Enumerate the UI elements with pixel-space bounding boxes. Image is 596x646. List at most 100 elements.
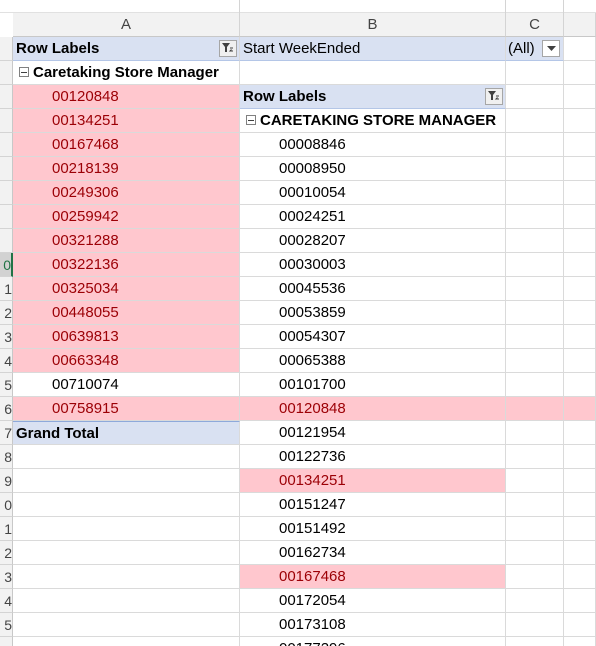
- grid-cell[interactable]: [564, 37, 596, 61]
- grid-cell[interactable]: [506, 325, 564, 349]
- row-header[interactable]: [0, 637, 13, 646]
- grid-cell[interactable]: [506, 469, 564, 493]
- grid-cell[interactable]: [564, 277, 596, 301]
- row-header[interactable]: 4: [0, 349, 13, 373]
- pivot2-item[interactable]: 00122736: [240, 445, 506, 469]
- grid-cell[interactable]: [506, 253, 564, 277]
- pivot2-group-row[interactable]: CARETAKING STORE MANAGER: [240, 109, 506, 133]
- column-header-b[interactable]: B: [240, 13, 506, 37]
- grid-cell[interactable]: [13, 469, 240, 493]
- row-header[interactable]: 3: [0, 565, 13, 589]
- row-header[interactable]: 7: [0, 421, 13, 445]
- grid-cell[interactable]: [506, 421, 564, 445]
- pivot1-item[interactable]: 00639813: [13, 325, 240, 349]
- grid-cell[interactable]: [506, 565, 564, 589]
- row-header[interactable]: 2: [0, 301, 13, 325]
- grid-cell[interactable]: [506, 109, 564, 133]
- grid-cell[interactable]: [564, 565, 596, 589]
- grid-cell[interactable]: [13, 589, 240, 613]
- grid-cell[interactable]: [564, 637, 596, 646]
- grid-cell[interactable]: [506, 445, 564, 469]
- pivot1-item[interactable]: 00663348: [13, 349, 240, 373]
- pivot2-item[interactable]: 00151247: [240, 493, 506, 517]
- grid-cell[interactable]: [506, 517, 564, 541]
- grid-cell[interactable]: [13, 565, 240, 589]
- pivot1-item[interactable]: 00167468: [13, 133, 240, 157]
- grid-cell[interactable]: [564, 445, 596, 469]
- pivot1-filter-icon[interactable]: [219, 40, 237, 57]
- pivot1-row-labels-header[interactable]: Row Labels: [13, 37, 240, 61]
- pivot2-item[interactable]: 00008950: [240, 157, 506, 181]
- collapse-icon[interactable]: [19, 66, 29, 77]
- collapse-icon[interactable]: [246, 114, 256, 125]
- pivot1-group-row[interactable]: Caretaking Store Manager: [13, 61, 240, 85]
- grid-cell[interactable]: [564, 349, 596, 373]
- pivot2-item[interactable]: 00177296: [240, 637, 506, 646]
- grid-cell[interactable]: [506, 133, 564, 157]
- grid-cell[interactable]: [564, 61, 596, 85]
- grid-cell[interactable]: [564, 421, 596, 445]
- grid-cell[interactable]: [506, 541, 564, 565]
- grid-cell[interactable]: [564, 133, 596, 157]
- pivot1-item[interactable]: 00120848: [13, 85, 240, 109]
- row-header[interactable]: [0, 85, 13, 109]
- pivot2-item[interactable]: 00030003: [240, 253, 506, 277]
- pivot2-item[interactable]: 00045536: [240, 277, 506, 301]
- row-header[interactable]: [0, 37, 13, 61]
- grid-cell[interactable]: [564, 157, 596, 181]
- pivot2-item[interactable]: 00134251: [240, 469, 506, 493]
- grid-cell[interactable]: [506, 493, 564, 517]
- row-header[interactable]: 0: [0, 253, 13, 277]
- pivot1-item[interactable]: 00134251: [13, 109, 240, 133]
- highlight-fill[interactable]: [506, 397, 564, 421]
- grid-cell[interactable]: [564, 469, 596, 493]
- column-header-c[interactable]: C: [506, 13, 564, 37]
- grid-cell[interactable]: [564, 541, 596, 565]
- row-header[interactable]: [0, 61, 13, 85]
- pivot1-item[interactable]: 00259942: [13, 205, 240, 229]
- grid-cell[interactable]: [564, 613, 596, 637]
- grid-cell[interactable]: [564, 373, 596, 397]
- grid-cell[interactable]: [13, 517, 240, 541]
- row-header[interactable]: 1: [0, 517, 13, 541]
- pivot2-item[interactable]: 00101700: [240, 373, 506, 397]
- grid-cell[interactable]: [564, 253, 596, 277]
- pivot2-item[interactable]: 00028207: [240, 229, 506, 253]
- grid-cell[interactable]: [564, 205, 596, 229]
- pivot2-item[interactable]: 00121954: [240, 421, 506, 445]
- row-header[interactable]: [0, 205, 13, 229]
- pivot2-item[interactable]: 00151492: [240, 517, 506, 541]
- row-header[interactable]: 2: [0, 541, 13, 565]
- grid-cell[interactable]: [13, 541, 240, 565]
- grid-cell[interactable]: [13, 613, 240, 637]
- column-header-d[interactable]: [564, 13, 596, 37]
- row-header[interactable]: [0, 109, 13, 133]
- grid-cell[interactable]: [506, 613, 564, 637]
- grid-cell[interactable]: [506, 181, 564, 205]
- pivot1-item[interactable]: 00448055: [13, 301, 240, 325]
- grid-cell[interactable]: [13, 493, 240, 517]
- pivot2-item[interactable]: 00008846: [240, 133, 506, 157]
- pivot2-item[interactable]: 00120848: [240, 397, 506, 421]
- row-header[interactable]: 3: [0, 325, 13, 349]
- grid-cell[interactable]: [13, 637, 240, 646]
- grid-cell[interactable]: [506, 277, 564, 301]
- column-header-a[interactable]: A: [13, 13, 240, 37]
- grid-cell[interactable]: [564, 325, 596, 349]
- grid-cell[interactable]: [506, 61, 564, 85]
- grid-cell[interactable]: [564, 493, 596, 517]
- grid-cell[interactable]: [506, 589, 564, 613]
- row-header[interactable]: 1: [0, 277, 13, 301]
- highlight-fill[interactable]: [564, 397, 596, 421]
- pivot1-item[interactable]: 00710074: [13, 373, 240, 397]
- pivot1-item[interactable]: 00218139: [13, 157, 240, 181]
- grid-cell[interactable]: [564, 181, 596, 205]
- grid-cell[interactable]: [506, 205, 564, 229]
- pivot2-item[interactable]: 00162734: [240, 541, 506, 565]
- row-header[interactable]: 5: [0, 613, 13, 637]
- pivot2-item[interactable]: 00172054: [240, 589, 506, 613]
- row-header[interactable]: [0, 229, 13, 253]
- row-header[interactable]: [0, 181, 13, 205]
- pivot2-row-labels-header[interactable]: Row Labels: [240, 85, 506, 109]
- pivot1-item[interactable]: 00758915: [13, 397, 240, 421]
